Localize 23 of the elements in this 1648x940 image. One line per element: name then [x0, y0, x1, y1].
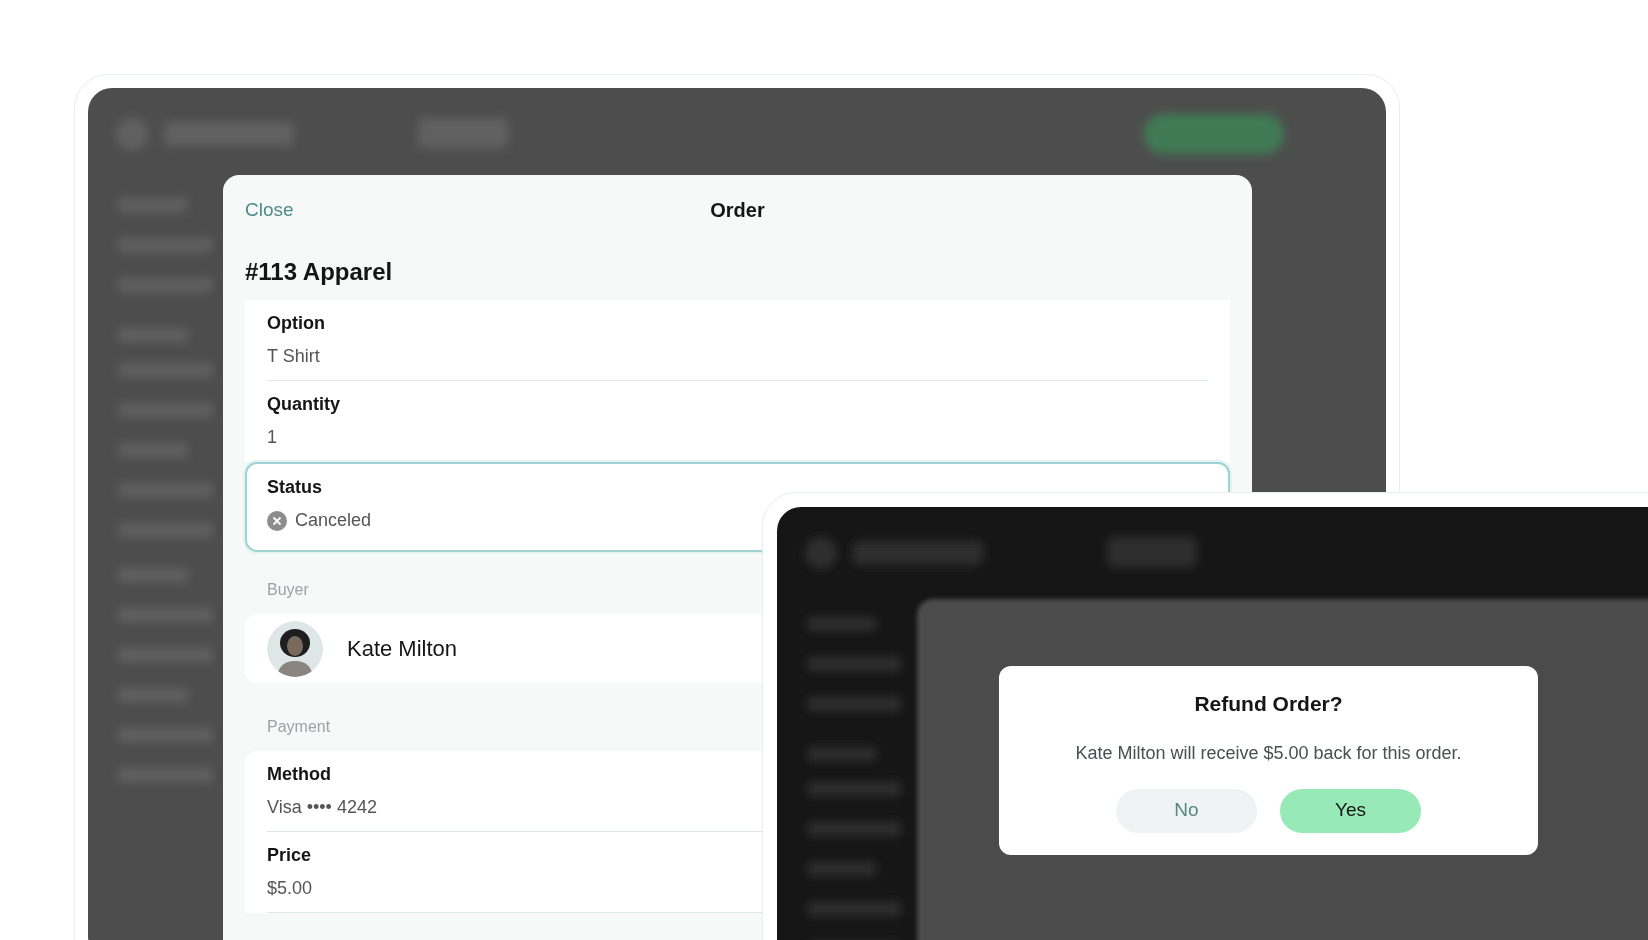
form-field[interactable]: Quantity 1 — [245, 381, 1230, 462]
field-label: Method — [267, 763, 331, 786]
order-heading: #113 Apparel — [245, 257, 394, 287]
dialog-message: Kate Milton will receive $5.00 back for this order. — [1075, 741, 1462, 765]
dialog-title: Refund Order? — [1194, 691, 1343, 717]
field-label: Status — [267, 476, 322, 499]
field-value: Visa •••• 4242 — [267, 796, 377, 819]
close-button[interactable]: Close — [245, 195, 294, 225]
dialog-button[interactable]: No — [1116, 788, 1257, 833]
field-value: 1 — [267, 426, 277, 449]
field-value: Canceled — [295, 509, 372, 532]
section-label: Payment — [267, 717, 331, 737]
buyer-name: Kate Milton — [347, 635, 458, 663]
field-value: T Shirt — [267, 345, 320, 368]
field-label: Price — [267, 844, 312, 867]
field-label: Option — [267, 312, 325, 335]
section-label: Buyer — [267, 580, 309, 600]
sheet-title: Order — [710, 198, 765, 223]
field-value: $5.00 — [267, 877, 313, 900]
field-label: Quantity — [267, 393, 340, 416]
form-field[interactable]: Option T Shirt — [245, 300, 1230, 381]
cancel-icon — [267, 510, 287, 531]
dialog-button[interactable]: Yes — [1280, 788, 1421, 833]
